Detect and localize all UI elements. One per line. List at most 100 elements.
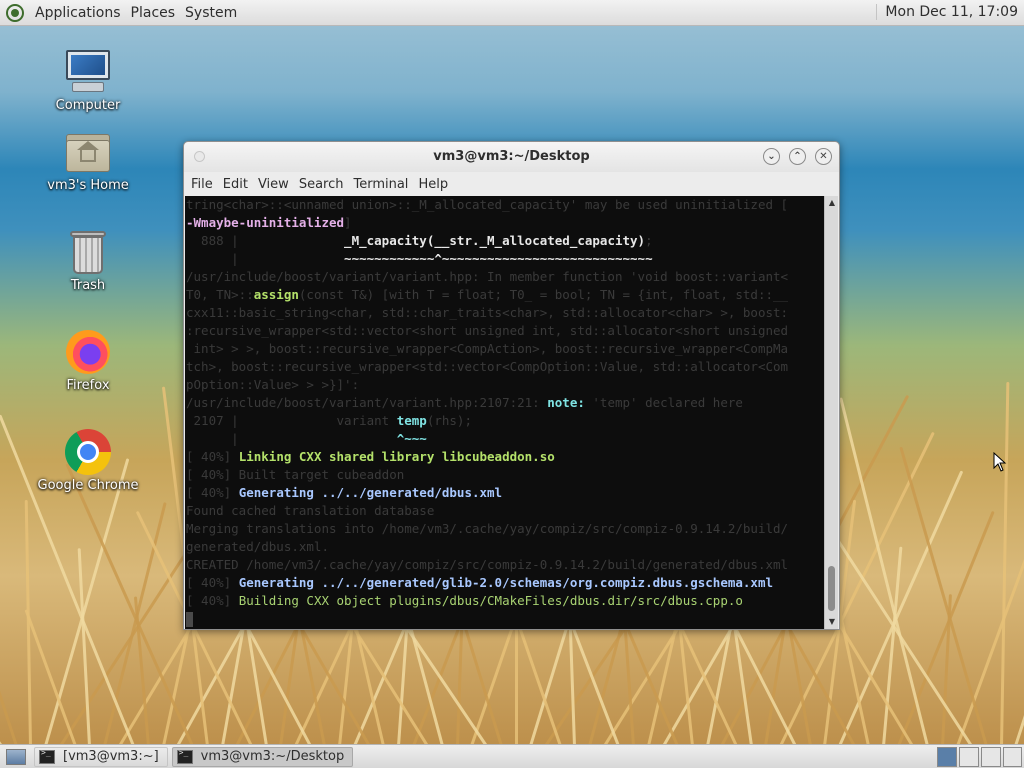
terminal-text: ; [645,233,653,248]
terminal-text: Merging translations into /home/vm3/.cac… [186,521,789,536]
menu-edit[interactable]: Edit [218,177,253,192]
terminal-text: Linking CXX shared library libcubeaddon.… [238,449,555,464]
maximize-button[interactable]: ⌃ [789,148,806,165]
terminal-line: [ 40%] Linking CXX shared library libcub… [186,448,826,466]
desktop-icon-computer[interactable]: Computer [33,48,143,113]
taskbar-item-label: [vm3@vm3:~] [63,749,159,764]
terminal-text: [ 40%] Built target cubeaddon [186,467,405,482]
menu-system[interactable]: System [180,5,242,21]
menu-search[interactable]: Search [294,177,349,192]
terminal-icon [39,748,55,764]
menu-terminal[interactable]: Terminal [348,177,413,192]
show-desktop-icon[interactable] [6,748,26,765]
panel-clock[interactable]: Mon Dec 11, 17:09 [876,4,1018,20]
terminal-line: Found cached translation database [186,502,826,520]
terminal-text: tch>, boost::recursive_wrapper<std::vect… [186,359,789,374]
desktop-icon-label: Computer [55,98,121,113]
terminal-line: | ^~~~ [186,430,826,448]
taskbar-item[interactable]: [vm3@vm3:~] [34,746,168,767]
workspace-1[interactable] [937,747,957,767]
terminal-line: generated/dbus.xml. [186,538,826,556]
desktop-icon-chrome[interactable]: Google Chrome [33,428,143,493]
terminal-output[interactable]: tring<char>::<unnamed union>::_M_allocat… [185,196,826,629]
bottom-panel: [vm3@vm3:~] vm3@vm3:~/Desktop [0,744,1024,768]
terminal-text: In member function 'void boost::variant< [479,269,789,284]
menu-places[interactable]: Places [126,5,181,21]
desktop-icon-label: Firefox [66,378,110,393]
terminal-text: | [186,251,345,266]
scroll-down-icon[interactable]: ▼ [825,615,839,629]
menu-help[interactable]: Help [413,177,453,192]
terminal-text: note: [539,395,585,410]
terminal-line: Merging translations into /home/vm3/.cac… [186,520,826,538]
terminal-line: -Wmaybe-uninitialized] [186,214,826,232]
terminal-line: cxx11::basic_string<char, std::char_trai… [186,304,826,322]
terminal-text: ] [344,215,352,230]
terminal-prompt-line [186,610,826,628]
taskbar-item-active[interactable]: vm3@vm3:~/Desktop [171,746,354,767]
terminal-text: CREATED /home/vm3/.cache/yay/compiz/src/… [186,557,789,572]
trash-icon [64,228,112,276]
grass-stroke [0,630,3,746]
terminal-text: Found cached translation database [186,503,435,518]
terminal-text: /usr/include/boost/variant/variant.hpp:2… [186,395,540,410]
terminal-text: assign [253,287,299,302]
menu-applications[interactable]: Applications [30,5,126,21]
terminal-line: /usr/include/boost/variant/variant.hpp:2… [186,394,826,412]
mouse-pointer-icon [993,452,1007,472]
terminal-text: | [186,431,397,446]
menu-file[interactable]: File [186,177,218,192]
terminal-line: [ 40%] Generating ../../generated/dbus.x… [186,484,826,502]
terminal-text: pOption::Value> > >}]': [186,377,360,392]
desktop-icon-home[interactable]: vm3's Home [33,128,143,193]
terminal-text: 2107 | variant [186,413,397,428]
desktop-icon-label: Trash [70,278,106,293]
firefox-icon [64,328,112,376]
distro-logo-icon[interactable] [6,3,24,22]
terminal-line: CREATED /home/vm3/.cache/yay/compiz/src/… [186,556,826,574]
grass-stroke [102,502,167,746]
terminal-text: Generating ../../generated/dbus.xml [238,485,503,500]
menu-view[interactable]: View [253,177,294,192]
scroll-up-icon[interactable]: ▲ [825,196,839,210]
taskbar-item-label: vm3@vm3:~/Desktop [200,749,345,764]
terminal-text: -Wmaybe-uninitialized [186,215,345,230]
minimize-button[interactable]: ⌄ [763,148,780,165]
terminal-text: [ 40%] [186,575,239,590]
computer-icon [64,48,112,96]
grass-stroke [0,561,18,746]
terminal-line: :recursive_wrapper<std::vector<short uns… [186,322,826,340]
terminal-line: 2107 | variant temp(rhs); [186,412,826,430]
terminal-line: tring<char>::<unnamed union>::_M_allocat… [186,196,826,214]
desktop-icon-trash[interactable]: Trash [33,228,143,293]
terminal-text: (const T&) [with T = float; T0_ = bool; … [298,287,789,302]
terminal-text: [ 40%] [186,593,239,608]
terminal-text: Building CXX object plugins/dbus/CMakeFi… [238,593,743,608]
terminal-line: int> > >, boost::recursive_wrapper<CompA… [186,340,826,358]
terminal-text: _M_capacity(__str._M_allocated_capacity) [344,233,646,248]
terminal-text: ~~~~~~~~~~~~^~~~~~~~~~~~~~~~~~~~~~~~~~~~… [344,251,653,266]
workspace-4[interactable] [1003,747,1022,767]
close-button[interactable]: ✕ [815,148,832,165]
terminal-text: ^~~~ [396,431,427,446]
window-titlebar[interactable]: vm3@vm3:~/Desktop ⌄ ⌃ ✕ [184,142,839,172]
terminal-text: :recursive_wrapper<std::vector<short uns… [186,323,789,338]
chrome-icon [64,428,112,476]
window-menu-icon[interactable] [194,151,205,162]
desktop-icon-label: Google Chrome [37,478,139,493]
desktop-icon-firefox[interactable]: Firefox [33,328,143,393]
workspace-3[interactable] [981,747,1001,767]
terminal-line: /usr/include/boost/variant/variant.hpp: … [186,268,826,286]
scrollbar-thumb[interactable] [828,566,835,611]
terminal-line: 888 | _M_capacity(__str._M_allocated_cap… [186,232,826,250]
top-panel: Applications Places System Mon Dec 11, 1… [0,0,1024,26]
grass-stroke [1014,596,1024,746]
terminal-menubar: File Edit View Search Terminal Help [184,172,839,196]
workspace-2[interactable] [959,747,979,767]
terminal-text: tring<char>::<unnamed union>::_M_allocat… [186,197,789,212]
terminal-text: Generating ../../generated/glib-2.0/sche… [238,575,774,590]
terminal-text: cxx11::basic_string<char, std::char_trai… [186,305,789,320]
terminal-text: /usr/include/boost/variant/variant.hpp: [186,269,480,284]
terminal-scrollbar[interactable]: ▲ ▼ [824,196,838,629]
terminal-window: vm3@vm3:~/Desktop ⌄ ⌃ ✕ File Edit View S… [183,141,840,630]
